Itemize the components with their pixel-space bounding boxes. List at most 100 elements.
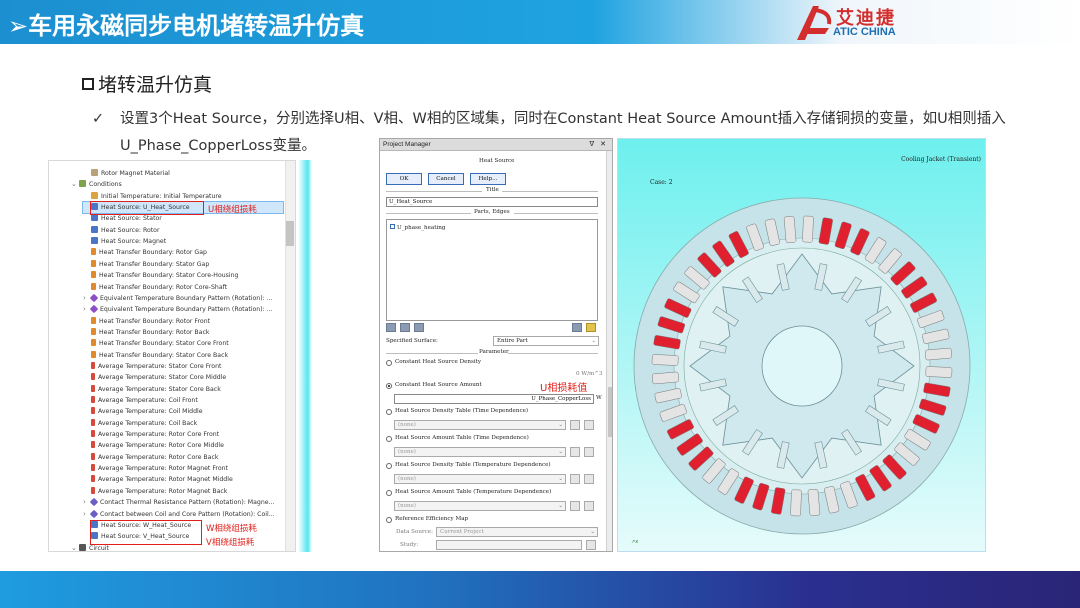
density-temp-select[interactable]: (none) ⌄ [394, 474, 566, 484]
tree-item[interactable]: Heat Transfer Boundary: Stator Core-Hous… [83, 270, 238, 281]
tree-item-label: Average Temperature: Stator Core Front [98, 362, 222, 370]
tree-item[interactable]: Heat Transfer Boundary: Rotor Gap [83, 247, 207, 258]
option-amount-time[interactable]: Heat Source Amount Table (Time Dependenc… [395, 435, 529, 441]
option-density-time[interactable]: Heat Source Density Table (Time Dependen… [395, 408, 528, 414]
conditions-icon [79, 180, 86, 188]
study-button[interactable] [586, 540, 596, 550]
density-time-edit-button[interactable] [584, 420, 594, 430]
amount-time-table-button[interactable] [570, 447, 580, 457]
amount-field[interactable]: U_Phase_CopperLoss [394, 394, 594, 404]
tree-item[interactable]: Heat Transfer Boundary: Stator Core Fron… [83, 338, 229, 349]
parts-list-item[interactable]: U_phase_heating [390, 224, 445, 231]
option-amount-temp[interactable]: Heat Source Amount Table (Temperature De… [395, 489, 551, 495]
option-radio-amount-time[interactable] [386, 436, 392, 442]
option-density-temp[interactable]: Heat Source Density Table (Temperature D… [395, 462, 551, 468]
stator-coil [652, 371, 679, 385]
amount-temp-edit-button[interactable] [584, 501, 594, 511]
help-button[interactable]: Help... [470, 173, 506, 185]
u-phase-annotation: U相绕组损耗 [208, 205, 257, 215]
density-temp-value: (none) [398, 476, 416, 482]
parts-list[interactable]: U_phase_heating [386, 219, 598, 321]
specified-surface-select[interactable]: Entire Part ⌄ [493, 336, 599, 346]
option-radio-density[interactable] [386, 360, 392, 366]
cancel-button[interactable]: Cancel [428, 173, 464, 185]
ok-button[interactable]: OK [386, 173, 422, 185]
folder-icon[interactable] [586, 323, 596, 332]
density-temp-table-button[interactable] [570, 474, 580, 484]
tree-item-label: Average Temperature: Coil Front [98, 397, 198, 404]
tree-item[interactable]: Heat Transfer Boundary: Rotor Core-Shaft [83, 282, 227, 293]
data-source-value: Current Project [440, 529, 484, 535]
data-source-select[interactable]: Current Project ⌄ [436, 527, 598, 537]
tree-scrollbar-thumb[interactable] [286, 221, 294, 246]
tree-item[interactable]: Heat Source: Rotor [83, 225, 160, 236]
tree-item[interactable]: Heat Source: Stator [83, 213, 162, 224]
tree-item[interactable]: › Contact between Coil and Core Pattern (… [83, 509, 275, 520]
tree-item[interactable]: Average Temperature: Rotor Core Back [83, 452, 218, 463]
brand-logo: 艾迪捷 ATIC CHINA [795, 4, 915, 42]
chevron-down-icon: ⌄ [558, 476, 563, 482]
tree-item[interactable]: Average Temperature: Coil Back [83, 418, 197, 429]
tree-item[interactable]: Average Temperature: Stator Core Front [83, 361, 221, 372]
amount-temp-table-button[interactable] [570, 501, 580, 511]
tree-item[interactable]: Heat Transfer Boundary: Stator Core Back [83, 350, 228, 361]
tree-item[interactable]: Average Temperature: Rotor Magnet Middle [83, 474, 233, 485]
option-radio-efficiency-map[interactable] [386, 517, 392, 523]
average-temperature-icon [91, 430, 95, 438]
tree-scrollbar[interactable] [285, 161, 295, 551]
option-constant-density[interactable]: Constant Heat Source Density [395, 359, 481, 365]
add-part-icon[interactable] [386, 323, 396, 332]
density-time-table-button[interactable] [570, 420, 580, 430]
option-radio-amount[interactable] [386, 383, 392, 389]
option-constant-amount[interactable]: Constant Heat Source Amount [395, 382, 482, 388]
expander-icon[interactable]: ⌄ [71, 543, 79, 551]
select-part-icon[interactable] [572, 323, 582, 332]
tree-item[interactable]: Average Temperature: Rotor Core Front [83, 429, 219, 440]
amount-time-select[interactable]: (none) ⌄ [394, 447, 566, 457]
density-temp-edit-button[interactable] [584, 474, 594, 484]
u-heat-source-highlight [90, 201, 204, 215]
model-tree-panel[interactable]: Rotor Magnet Material ⌄ Conditions Initial … [48, 160, 296, 552]
amount-time-edit-button[interactable] [584, 447, 594, 457]
chevron-down-icon: ⌄ [558, 449, 563, 455]
expander-icon[interactable]: ⌄ [71, 179, 79, 190]
model-viewport[interactable]: Cooling Jacket (Transient) Case: 2 ↗x [617, 138, 986, 552]
tree-item[interactable]: Average Temperature: Rotor Magnet Back [83, 486, 227, 497]
title-field[interactable]: U_Heat_Source [386, 197, 598, 207]
option-radio-amount-temp[interactable] [386, 490, 392, 496]
tree-item[interactable]: Average Temperature: Rotor Core Middle [83, 440, 224, 451]
parts-item-label: U_phase_heating [397, 225, 446, 231]
heat-source-icon [91, 237, 98, 245]
tree-item[interactable]: Heat Transfer Boundary: Rotor Front [83, 316, 210, 327]
equivalent-temperature-icon [89, 304, 99, 314]
tree-item[interactable]: Average Temperature: Coil Front [83, 395, 198, 406]
tree-item[interactable]: Heat Transfer Boundary: Rotor Back [83, 327, 209, 338]
tree-item-label: Rotor Magnet Material [101, 170, 170, 177]
tree-item[interactable]: Heat Source: Magnet [83, 236, 166, 247]
tree-item[interactable]: › Equivalent Temperature Boundary Pattern… [83, 304, 273, 315]
tree-item[interactable]: Average Temperature: Stator Core Middle [83, 372, 226, 383]
tree-item-label: Average Temperature: Coil Back [98, 419, 198, 427]
tree-item[interactable]: › Equivalent Temperature Boundary Pattern… [83, 293, 273, 304]
tree-item[interactable]: › Contact Thermal Resistance Pattern (Rot… [83, 497, 274, 508]
project-manager-scrollbar[interactable] [606, 151, 612, 551]
average-temperature-icon [91, 384, 95, 392]
tree-item[interactable]: Heat Transfer Boundary: Stator Gap [83, 259, 209, 270]
project-manager-scrollbar-thumb[interactable] [608, 387, 612, 437]
option-radio-density-time[interactable] [386, 409, 392, 415]
remove-part-icon[interactable] [400, 323, 410, 332]
tree-item[interactable]: Average Temperature: Stator Core Back [83, 384, 221, 395]
tree-item[interactable]: Rotor Magnet Material [83, 168, 170, 179]
tree-item-label: Equivalent Temperature Boundary Pattern … [100, 294, 273, 302]
density-time-select[interactable]: (none) ⌄ [394, 420, 566, 430]
amount-temp-select[interactable]: (none) ⌄ [394, 501, 566, 511]
tree-item[interactable]: Average Temperature: Rotor Magnet Front [83, 463, 228, 474]
tree-item[interactable]: ⌄ Conditions [71, 179, 122, 190]
window-controls-icon[interactable]: ᐁ ✕ [589, 139, 608, 150]
edit-part-icon[interactable] [414, 323, 424, 332]
tree-item[interactable]: Average Temperature: Coil Middle [83, 406, 203, 417]
study-select[interactable] [436, 540, 582, 550]
option-efficiency-map[interactable]: Reference Efficiency Map [395, 516, 468, 522]
chevron-down-icon: ⌄ [558, 503, 563, 509]
option-radio-density-temp[interactable] [386, 463, 392, 469]
